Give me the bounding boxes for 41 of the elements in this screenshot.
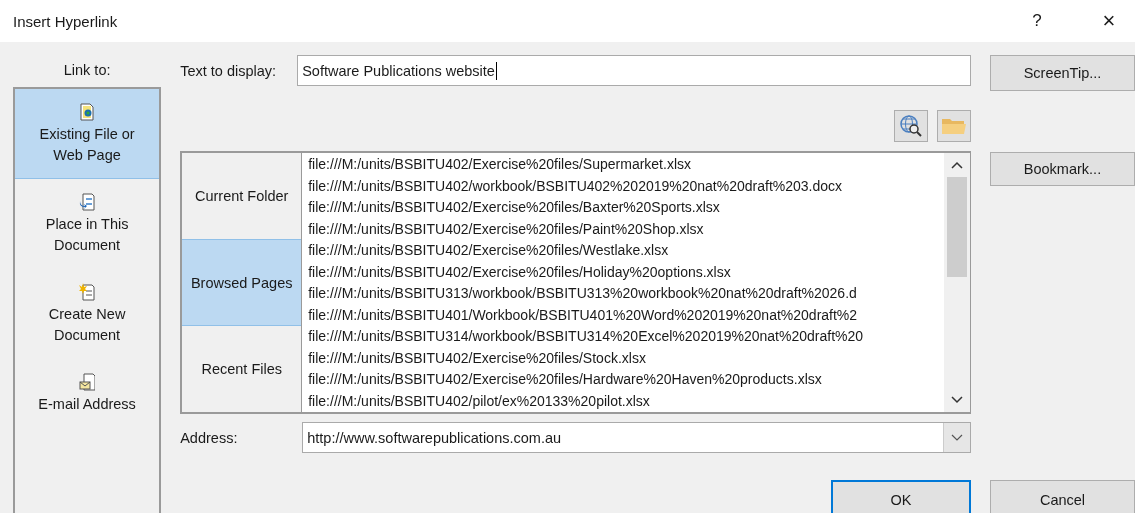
address-combo[interactable]: http://www.softwarepublications.com.au	[302, 422, 971, 453]
file-list-item[interactable]: file:///M:/units/BSBITU402/Exercise%20files/Westlake.xlsx	[308, 240, 944, 262]
document-envelope-icon	[79, 373, 96, 391]
screentip-button[interactable]: ScreenTip...	[990, 55, 1135, 91]
file-list-item[interactable]: file:///M:/units/BSBITU402/Exercise%20files/Paint%20Shop.xlsx	[308, 218, 944, 240]
look-in-tab[interactable]: Browsed Pages	[182, 238, 302, 327]
text-to-display-field[interactable]: Software Publications website	[297, 55, 971, 86]
file-list-item[interactable]: file:///M:/units/BSBITU402/Exercise%20files/Stock.xlsx	[308, 347, 944, 369]
file-list-item[interactable]: file:///M:/units/BSBITU401/Workbook/BSBITU401%20Word%202019%20nat%20draft%2	[308, 304, 944, 326]
window-title: Insert Hyperlink	[13, 12, 119, 30]
file-list-item[interactable]: file:///M:/units/BSBITU402/Exercise%20files/Supermarket.xlsx	[308, 154, 944, 176]
browse-web-button[interactable]	[894, 110, 928, 142]
folder-icon	[941, 116, 967, 136]
chevron-down-icon	[951, 433, 963, 442]
link-type-item[interactable]: Place in This Document	[15, 179, 160, 269]
file-list-item[interactable]: file:///M:/units/BSBITU402/pilot/ex%20133%20pilot.xlsx	[308, 390, 944, 412]
bookmark-button[interactable]: Bookmark...	[990, 152, 1135, 186]
close-button[interactable]: ×	[1097, 8, 1121, 34]
globe-search-icon	[899, 114, 923, 138]
document-globe-icon	[79, 103, 96, 121]
file-list-item[interactable]: file:///M:/units/BSBITU402/Exercise%20files/Baxter%20Sports.xlsx	[308, 197, 944, 219]
address-label: Address:	[180, 429, 239, 446]
file-list-item[interactable]: file:///M:/units/BSBITU402/Exercise%20files/Holiday%20options.xlsx	[308, 261, 944, 283]
scrollbar[interactable]	[944, 153, 970, 412]
file-list-item[interactable]: file:///M:/units/BSBITU314/workbook/BSBITU314%20Excel%202019%20nat%20draft%20	[308, 326, 944, 348]
ok-button[interactable]: OK	[831, 480, 971, 513]
link-to-label: Link to:	[62, 61, 112, 80]
file-list-item[interactable]: file:///M:/units/BSBITU313/workbook/BSBITU313%20workbook%20nat%20draft%2026.d	[308, 283, 944, 305]
help-button[interactable]: ?	[1025, 11, 1049, 31]
cancel-button[interactable]: Cancel	[990, 480, 1135, 513]
look-in-tab[interactable]: Recent Files	[182, 326, 302, 412]
scroll-down-icon[interactable]	[951, 396, 963, 404]
file-list-item[interactable]: file:///M:/units/BSBITU402/Exercise%20files/Hardware%20Haven%20products.xlsx	[308, 369, 944, 391]
file-list-item[interactable]: file:///M:/units/BSBITU402/workbook/BSBITU402%202019%20nat%20draft%203.docx	[308, 175, 944, 197]
link-type-item[interactable]: E-mail Address	[15, 359, 160, 449]
look-in-tab[interactable]: Current Folder	[182, 153, 302, 239]
link-type-item[interactable]: Create New Document	[15, 269, 160, 359]
text-to-display-label: Text to display:	[180, 62, 278, 79]
link-type-item[interactable]: Existing File or Web Page	[15, 89, 160, 179]
scroll-up-icon[interactable]	[951, 161, 963, 169]
new-document-icon	[79, 283, 96, 301]
